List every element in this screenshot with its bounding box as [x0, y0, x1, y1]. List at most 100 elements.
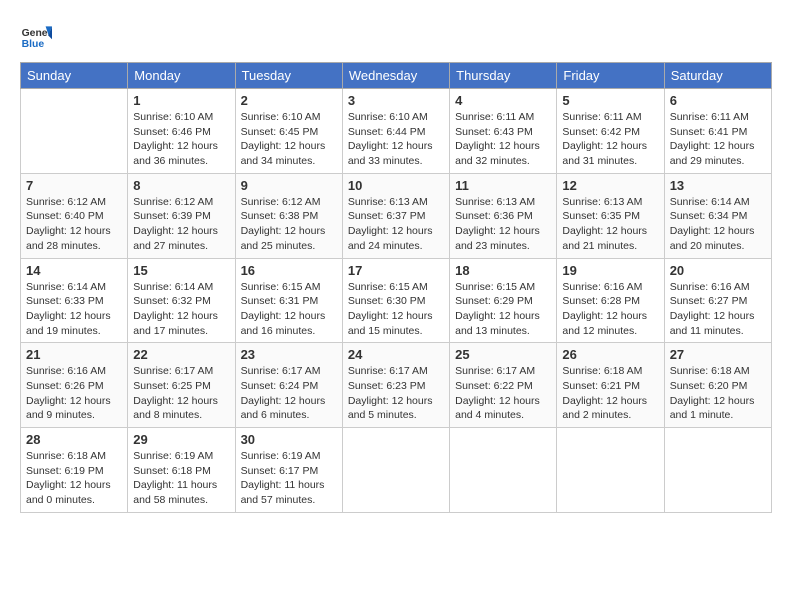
day-info: Sunrise: 6:11 AM Sunset: 6:43 PM Dayligh… [455, 110, 551, 169]
calendar-cell: 20 Sunrise: 6:16 AM Sunset: 6:27 PM Dayli… [664, 258, 771, 343]
day-number: 1 [133, 93, 229, 108]
calendar-cell: 17 Sunrise: 6:15 AM Sunset: 6:30 PM Dayli… [342, 258, 449, 343]
calendar-cell [557, 428, 664, 513]
day-number: 12 [562, 178, 658, 193]
weekday-header-row: SundayMondayTuesdayWednesdayThursdayFrid… [21, 63, 772, 89]
day-number: 3 [348, 93, 444, 108]
weekday-header-monday: Monday [128, 63, 235, 89]
calendar-cell: 7 Sunrise: 6:12 AM Sunset: 6:40 PM Daylig… [21, 173, 128, 258]
day-number: 2 [241, 93, 337, 108]
day-info: Sunrise: 6:19 AM Sunset: 6:18 PM Dayligh… [133, 449, 229, 508]
day-number: 15 [133, 263, 229, 278]
day-number: 14 [26, 263, 122, 278]
day-info: Sunrise: 6:12 AM Sunset: 6:40 PM Dayligh… [26, 195, 122, 254]
day-info: Sunrise: 6:12 AM Sunset: 6:38 PM Dayligh… [241, 195, 337, 254]
day-number: 7 [26, 178, 122, 193]
day-number: 30 [241, 432, 337, 447]
day-number: 25 [455, 347, 551, 362]
calendar-cell: 16 Sunrise: 6:15 AM Sunset: 6:31 PM Dayli… [235, 258, 342, 343]
day-number: 28 [26, 432, 122, 447]
calendar-cell: 21 Sunrise: 6:16 AM Sunset: 6:26 PM Dayli… [21, 343, 128, 428]
day-info: Sunrise: 6:11 AM Sunset: 6:41 PM Dayligh… [670, 110, 766, 169]
day-info: Sunrise: 6:16 AM Sunset: 6:28 PM Dayligh… [562, 280, 658, 339]
day-number: 29 [133, 432, 229, 447]
day-info: Sunrise: 6:14 AM Sunset: 6:32 PM Dayligh… [133, 280, 229, 339]
calendar-cell: 10 Sunrise: 6:13 AM Sunset: 6:37 PM Dayli… [342, 173, 449, 258]
day-number: 22 [133, 347, 229, 362]
calendar-week-row: 21 Sunrise: 6:16 AM Sunset: 6:26 PM Dayli… [21, 343, 772, 428]
calendar-cell: 26Sunrise: 6:18 AM Sunset: 6:21 PM Dayli… [557, 343, 664, 428]
day-info: Sunrise: 6:15 AM Sunset: 6:29 PM Dayligh… [455, 280, 551, 339]
calendar-cell: 9 Sunrise: 6:12 AM Sunset: 6:38 PM Daylig… [235, 173, 342, 258]
calendar-cell: 25 Sunrise: 6:17 AM Sunset: 6:22 PM Dayli… [450, 343, 557, 428]
day-number: 16 [241, 263, 337, 278]
day-info: Sunrise: 6:18 AM Sunset: 6:19 PM Dayligh… [26, 449, 122, 508]
calendar-week-row: 1Sunrise: 6:10 AM Sunset: 6:46 PM Daylig… [21, 89, 772, 174]
logo: General Blue [20, 20, 52, 52]
day-info: Sunrise: 6:12 AM Sunset: 6:39 PM Dayligh… [133, 195, 229, 254]
weekday-header-tuesday: Tuesday [235, 63, 342, 89]
day-number: 4 [455, 93, 551, 108]
calendar-cell: 22 Sunrise: 6:17 AM Sunset: 6:25 PM Dayli… [128, 343, 235, 428]
day-info: Sunrise: 6:15 AM Sunset: 6:31 PM Dayligh… [241, 280, 337, 339]
day-number: 17 [348, 263, 444, 278]
day-info: Sunrise: 6:10 AM Sunset: 6:44 PM Dayligh… [348, 110, 444, 169]
day-number: 24 [348, 347, 444, 362]
day-info: Sunrise: 6:15 AM Sunset: 6:30 PM Dayligh… [348, 280, 444, 339]
day-info: Sunrise: 6:17 AM Sunset: 6:24 PM Dayligh… [241, 364, 337, 423]
calendar-cell: 29 Sunrise: 6:19 AM Sunset: 6:18 PM Dayli… [128, 428, 235, 513]
calendar-cell [342, 428, 449, 513]
calendar-cell [664, 428, 771, 513]
day-number: 27 [670, 347, 766, 362]
day-info: Sunrise: 6:19 AM Sunset: 6:17 PM Dayligh… [241, 449, 337, 508]
day-info: Sunrise: 6:17 AM Sunset: 6:22 PM Dayligh… [455, 364, 551, 423]
calendar-cell: 4 Sunrise: 6:11 AM Sunset: 6:43 PM Daylig… [450, 89, 557, 174]
calendar-cell [450, 428, 557, 513]
day-info: Sunrise: 6:16 AM Sunset: 6:26 PM Dayligh… [26, 364, 122, 423]
day-number: 5 [562, 93, 658, 108]
calendar-cell: 11Sunrise: 6:13 AM Sunset: 6:36 PM Dayli… [450, 173, 557, 258]
day-number: 9 [241, 178, 337, 193]
calendar-cell: 3 Sunrise: 6:10 AM Sunset: 6:44 PM Daylig… [342, 89, 449, 174]
day-number: 6 [670, 93, 766, 108]
calendar-cell: 13 Sunrise: 6:14 AM Sunset: 6:34 PM Dayli… [664, 173, 771, 258]
day-info: Sunrise: 6:17 AM Sunset: 6:25 PM Dayligh… [133, 364, 229, 423]
weekday-header-saturday: Saturday [664, 63, 771, 89]
calendar-week-row: 28 Sunrise: 6:18 AM Sunset: 6:19 PM Dayli… [21, 428, 772, 513]
svg-text:Blue: Blue [22, 39, 45, 50]
weekday-header-sunday: Sunday [21, 63, 128, 89]
day-number: 26 [562, 347, 658, 362]
day-info: Sunrise: 6:16 AM Sunset: 6:27 PM Dayligh… [670, 280, 766, 339]
day-number: 23 [241, 347, 337, 362]
page-header: General Blue [20, 20, 772, 52]
day-number: 20 [670, 263, 766, 278]
day-number: 13 [670, 178, 766, 193]
calendar-cell: 19Sunrise: 6:16 AM Sunset: 6:28 PM Dayli… [557, 258, 664, 343]
calendar-week-row: 7 Sunrise: 6:12 AM Sunset: 6:40 PM Daylig… [21, 173, 772, 258]
logo-icon: General Blue [20, 20, 52, 52]
calendar-cell: 8Sunrise: 6:12 AM Sunset: 6:39 PM Daylig… [128, 173, 235, 258]
day-info: Sunrise: 6:17 AM Sunset: 6:23 PM Dayligh… [348, 364, 444, 423]
day-info: Sunrise: 6:14 AM Sunset: 6:34 PM Dayligh… [670, 195, 766, 254]
calendar-cell: 14 Sunrise: 6:14 AM Sunset: 6:33 PM Dayli… [21, 258, 128, 343]
weekday-header-wednesday: Wednesday [342, 63, 449, 89]
calendar-cell: 12Sunrise: 6:13 AM Sunset: 6:35 PM Dayli… [557, 173, 664, 258]
calendar-cell: 1Sunrise: 6:10 AM Sunset: 6:46 PM Daylig… [128, 89, 235, 174]
calendar-cell [21, 89, 128, 174]
day-number: 21 [26, 347, 122, 362]
calendar-cell: 2 Sunrise: 6:10 AM Sunset: 6:45 PM Daylig… [235, 89, 342, 174]
weekday-header-thursday: Thursday [450, 63, 557, 89]
day-info: Sunrise: 6:14 AM Sunset: 6:33 PM Dayligh… [26, 280, 122, 339]
calendar-week-row: 14 Sunrise: 6:14 AM Sunset: 6:33 PM Dayli… [21, 258, 772, 343]
calendar-cell: 6 Sunrise: 6:11 AM Sunset: 6:41 PM Daylig… [664, 89, 771, 174]
day-info: Sunrise: 6:13 AM Sunset: 6:37 PM Dayligh… [348, 195, 444, 254]
calendar-cell: 18Sunrise: 6:15 AM Sunset: 6:29 PM Dayli… [450, 258, 557, 343]
day-info: Sunrise: 6:18 AM Sunset: 6:20 PM Dayligh… [670, 364, 766, 423]
day-info: Sunrise: 6:10 AM Sunset: 6:45 PM Dayligh… [241, 110, 337, 169]
calendar-cell: 24 Sunrise: 6:17 AM Sunset: 6:23 PM Dayli… [342, 343, 449, 428]
day-number: 10 [348, 178, 444, 193]
weekday-header-friday: Friday [557, 63, 664, 89]
calendar-cell: 30 Sunrise: 6:19 AM Sunset: 6:17 PM Dayli… [235, 428, 342, 513]
calendar-cell: 28 Sunrise: 6:18 AM Sunset: 6:19 PM Dayli… [21, 428, 128, 513]
calendar-cell: 5Sunrise: 6:11 AM Sunset: 6:42 PM Daylig… [557, 89, 664, 174]
